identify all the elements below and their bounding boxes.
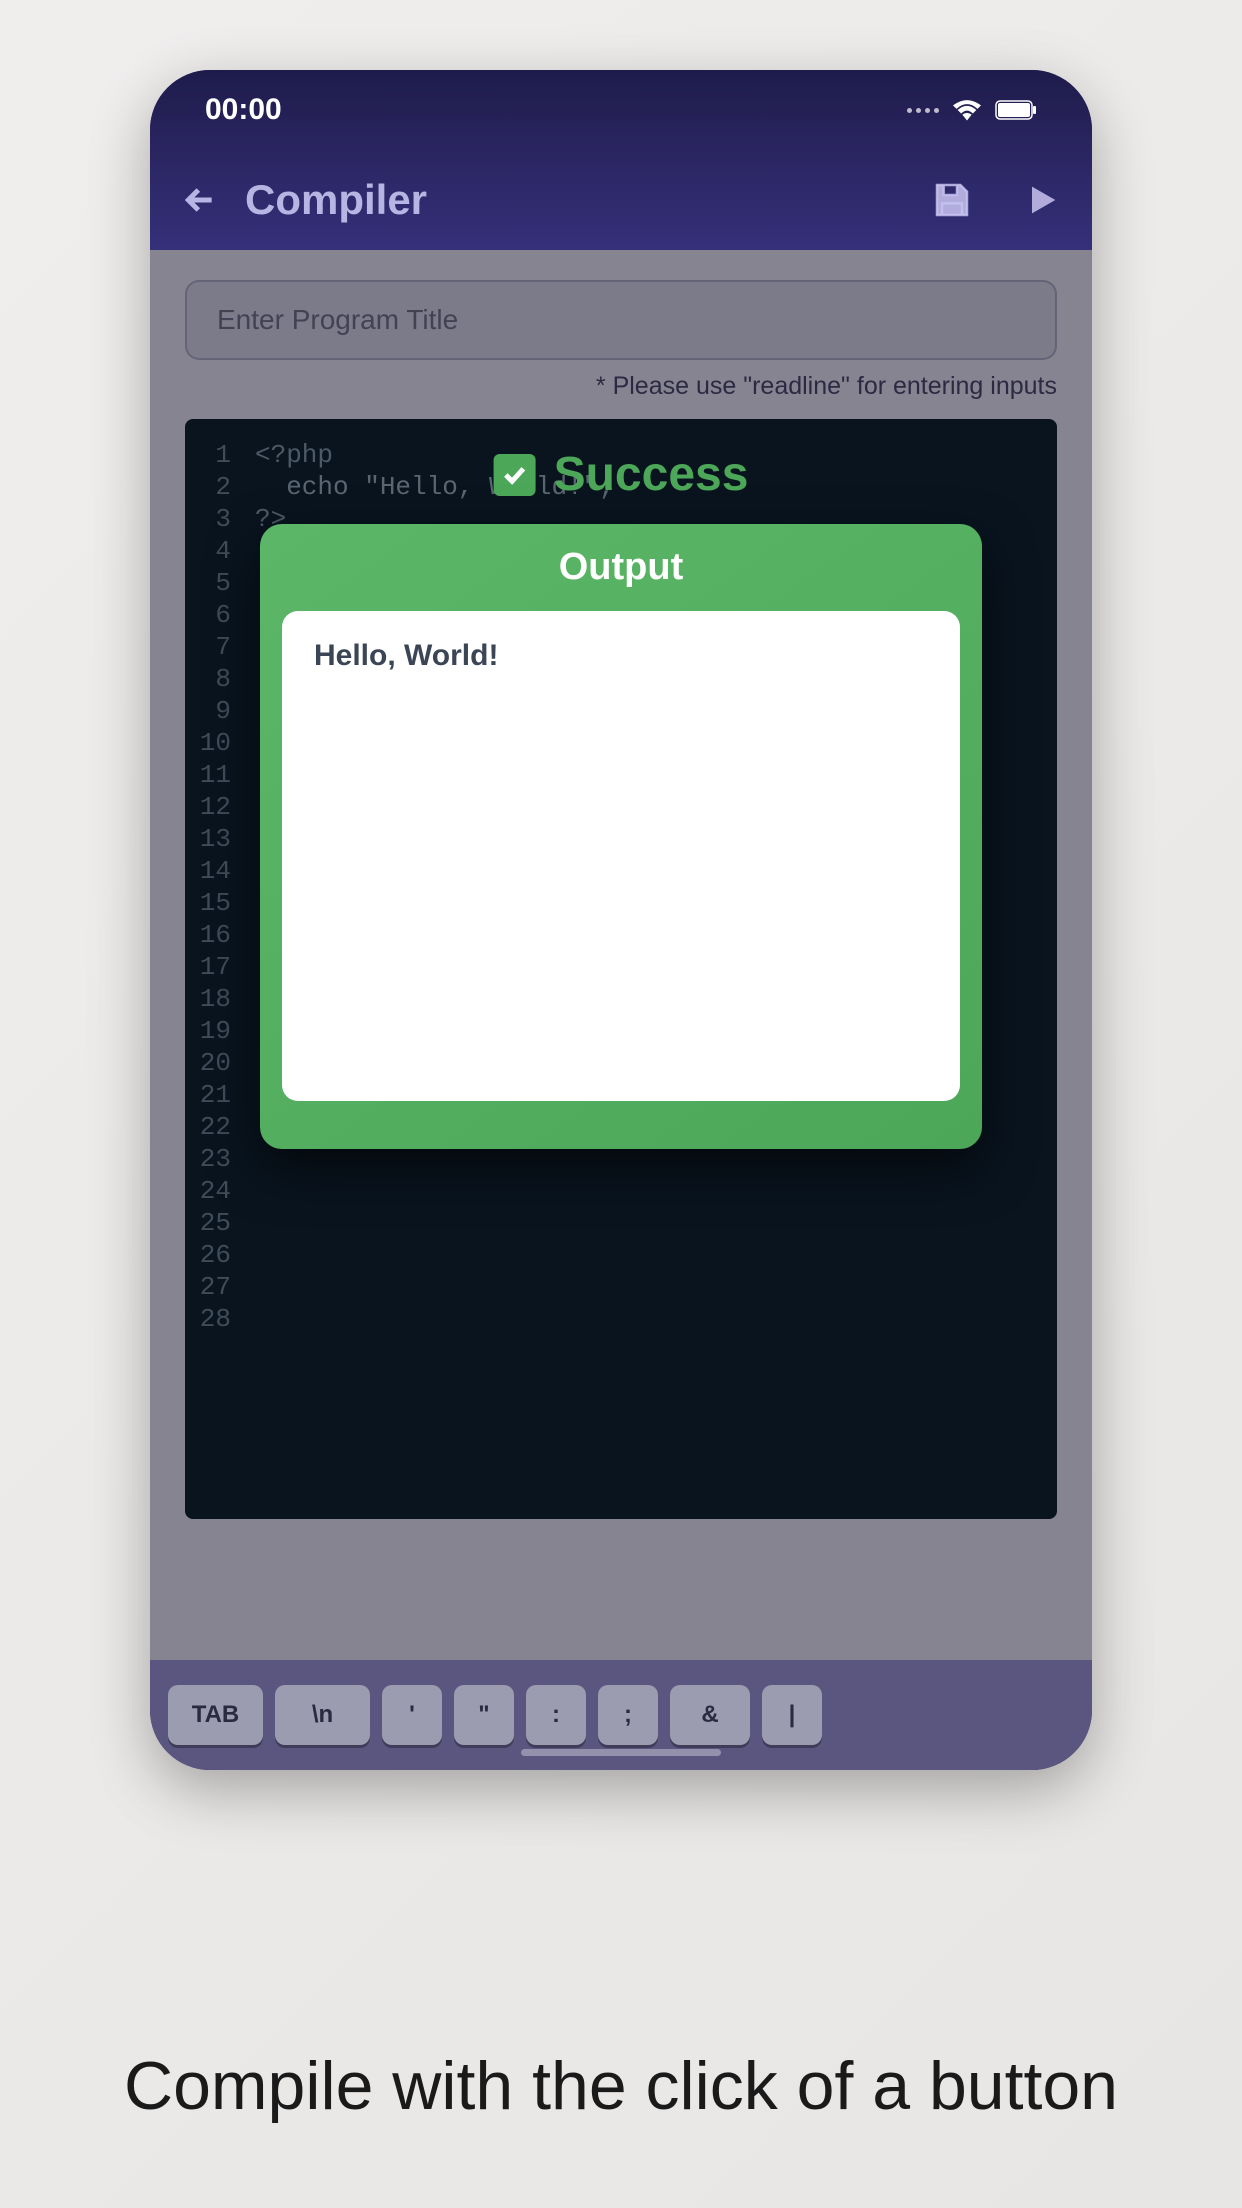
signal-dots-icon [907,108,939,113]
page-title: Compiler [245,176,882,224]
line-gutter: 1234567891011121314151617181920212223242… [185,439,245,1519]
code-line-1: <?php [255,440,333,470]
output-modal: Output Hello, World! [260,524,982,1149]
status-time: 00:00 [205,93,282,127]
check-icon [494,454,536,496]
key-semicolon[interactable]: ; [598,1685,658,1745]
content-area: * Please use "readline" for entering inp… [150,250,1092,1660]
phone-frame: 00:00 Compiler [150,70,1092,1770]
key-doublequote[interactable]: " [454,1685,514,1745]
save-icon[interactable] [932,180,972,220]
play-icon[interactable] [1022,180,1062,220]
output-title: Output [282,546,960,589]
key-colon[interactable]: : [526,1685,586,1745]
home-indicator[interactable] [521,1749,721,1756]
code-editor[interactable]: 1234567891011121314151617181920212223242… [185,419,1057,1519]
key-pipe[interactable]: | [762,1685,822,1745]
title-input-container [150,250,1092,372]
output-content: Hello, World! [282,611,960,1101]
program-title-input[interactable] [185,280,1057,360]
status-icons [907,99,1037,121]
wifi-icon [953,99,981,121]
app-header: Compiler [150,150,1092,250]
output-text: Hello, World! [314,639,928,673]
key-newline[interactable]: \n [275,1685,370,1745]
status-bar: 00:00 [150,70,1092,150]
key-tab[interactable]: TAB [168,1685,263,1745]
key-ampersand[interactable]: & [670,1685,750,1745]
key-singlequote[interactable]: ' [382,1685,442,1745]
success-label: Success [554,447,749,502]
battery-icon [995,100,1037,120]
marketing-caption: Compile with the click of a button [0,2046,1242,2128]
back-arrow-icon[interactable] [180,180,220,220]
success-badge: Success [494,447,749,502]
input-hint: * Please use "readline" for entering inp… [150,372,1092,419]
